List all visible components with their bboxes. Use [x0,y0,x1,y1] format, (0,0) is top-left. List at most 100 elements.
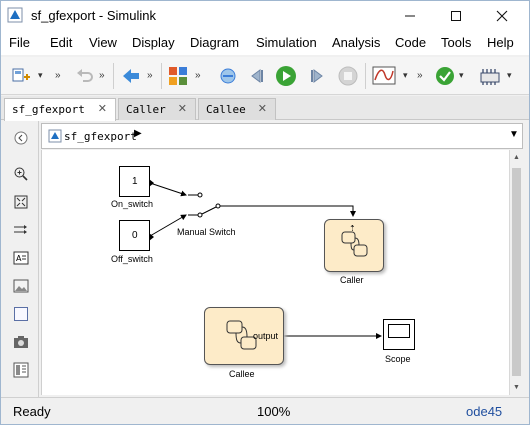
const-value: 0 [132,230,138,241]
window-title: sf_gfexport - Simulink [31,8,156,23]
const-off-label: Off_switch [111,254,153,264]
output-port-icon [149,233,154,241]
tab-caller[interactable]: Caller ✕ [118,98,196,120]
solver-link[interactable]: ode45 [466,404,502,419]
scope-overflow-icon[interactable]: » [417,70,423,81]
manual-switch-block[interactable] [188,188,228,222]
check-icon [436,67,454,85]
tab-close-icon[interactable]: ✕ [98,102,107,115]
menu-diagram[interactable]: Diagram [190,35,239,50]
tab-label: sf_gfexport [12,103,85,116]
stop-icon [338,66,358,86]
model-browser-button[interactable] [12,361,30,379]
tab-sf-gfexport[interactable]: sf_gfexport ✕ [4,98,116,121]
svg-text:A: A [16,254,22,263]
snapshot-button[interactable] [12,333,30,351]
scope-dropdown-icon[interactable]: ▾ [403,70,408,81]
tab-close-icon[interactable]: ✕ [258,102,267,115]
caller-chart-icon: ⇡ [341,224,368,257]
model-address-bar[interactable]: sf_gfexport ▶ ▼ [41,123,523,149]
const-on-label: On_switch [111,199,154,209]
zoom-icon [14,167,28,181]
scroll-up-icon[interactable]: ▲ [513,154,520,161]
build-button[interactable] [478,64,502,88]
menu-simulation[interactable]: Simulation [256,35,317,50]
model-config-icon [220,68,236,84]
camera-icon [14,336,28,348]
output-port-icon [149,179,154,187]
fit-to-view-button[interactable] [12,193,30,211]
route-lines-button[interactable] [12,221,30,239]
left-palette: A [1,121,39,397]
title-bar: sf_gfexport - Simulink [1,1,529,31]
model-advisor-button[interactable] [433,64,457,88]
menu-tools[interactable]: Tools [441,35,471,50]
menu-code[interactable]: Code [395,35,426,50]
build-dropdown-icon[interactable]: ▾ [507,70,512,81]
library-browser-icon [169,67,187,85]
address-path[interactable]: sf_gfexport [64,130,137,143]
step-forward-button[interactable] [305,64,329,88]
menu-view[interactable]: View [89,35,117,50]
back-button[interactable] [119,64,143,88]
menu-edit[interactable]: Edit [50,35,72,50]
advisor-dropdown-icon[interactable]: ▾ [459,70,464,81]
back-arrow-icon [123,69,139,83]
callee-chart-block[interactable]: output [204,307,284,365]
menu-file[interactable]: File [9,35,30,50]
address-dropdown-icon[interactable]: ▼ [509,129,519,140]
scroll-thumb[interactable] [512,168,521,376]
const-on-switch-block[interactable]: 1 [119,166,154,197]
status-text: Ready [13,404,51,419]
run-button[interactable] [274,64,298,88]
undo-overflow-icon[interactable]: » [99,70,105,81]
canvas-vertical-scrollbar[interactable]: ▲ ▼ [509,150,523,395]
step-back-button[interactable] [245,64,269,88]
scope-block[interactable] [383,319,415,350]
step-back-icon [251,69,263,83]
close-icon [496,10,508,22]
simulink-app-icon [7,7,23,23]
maximize-button[interactable] [433,1,479,31]
zoom-level: 100% [257,404,291,419]
menu-bar: File Edit View Display Diagram Simulatio… [1,31,529,55]
zoom-button[interactable] [12,165,30,183]
fit-view-icon [14,195,28,209]
annotation-button[interactable]: A [12,249,30,267]
minimize-button[interactable] [387,1,433,31]
caller-chart-block[interactable]: ⇡ [324,219,384,272]
model-tab-bar: sf_gfexport ✕ Caller ✕ Callee ✕ [1,96,529,121]
close-button[interactable] [479,1,525,31]
annotation-icon: A [13,251,29,265]
undo-button[interactable] [73,64,97,88]
stop-button[interactable] [336,64,360,88]
menu-display[interactable]: Display [132,35,175,50]
arrows-icon [14,225,27,234]
back-overflow-icon[interactable]: » [147,70,153,81]
scope-viewer-button[interactable] [372,64,396,88]
address-expand-icon[interactable]: ▶ [134,128,142,139]
library-browser-button[interactable] [166,64,190,88]
tab-close-icon[interactable]: ✕ [178,102,187,115]
model-config-button[interactable] [216,64,240,88]
toolbar: ▾ » » » » ▾ » ▾ ▾ [1,57,529,95]
menu-analysis[interactable]: Analysis [332,35,380,50]
hide-browser-button[interactable] [12,129,30,147]
image-button[interactable] [12,277,30,295]
scroll-down-icon[interactable]: ▼ [513,384,520,391]
const-off-switch-block[interactable]: 0 [119,220,154,251]
menu-help[interactable]: Help [487,35,514,50]
diagram-canvas[interactable]: 1 On_switch 0 Off_switch Manual Switch ⇡ [41,150,509,395]
scope-screen-icon [388,324,410,338]
tab-callee[interactable]: Callee ✕ [198,98,276,120]
new-dropdown-icon[interactable]: ▾ [38,70,43,81]
library-overflow-icon[interactable]: » [195,70,201,81]
scope-viewer-icon [372,66,396,85]
tab-label: Callee [206,103,246,116]
new-model-button[interactable] [9,64,33,88]
model-browser-icon [13,362,29,378]
area-button[interactable] [12,305,30,323]
toolbar-overflow-icon[interactable]: » [55,70,61,81]
tab-label: Caller [126,103,166,116]
scope-label: Scope [385,354,411,364]
